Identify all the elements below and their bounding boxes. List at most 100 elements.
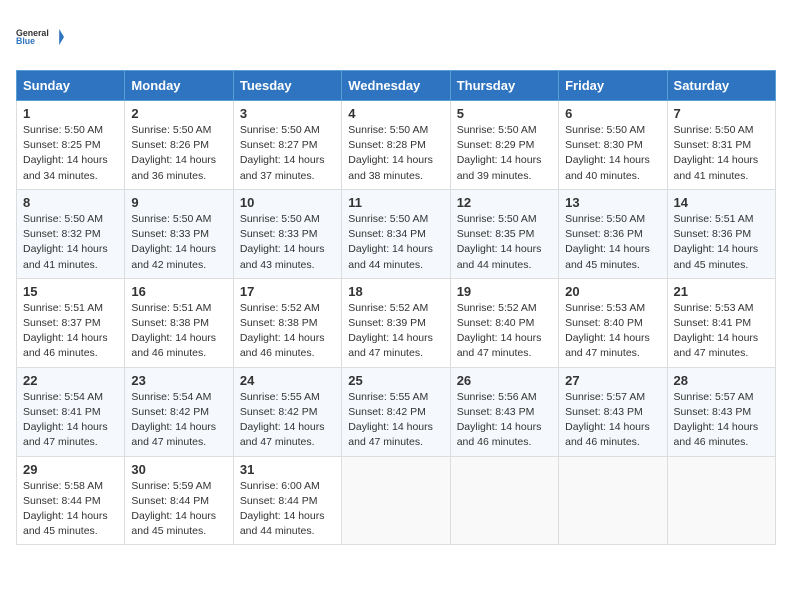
cell-details: Sunrise: 5:51 AMSunset: 8:38 PMDaylight:… (131, 301, 226, 362)
cell-details: Sunrise: 5:52 AMSunset: 8:39 PMDaylight:… (348, 301, 443, 362)
calendar-cell: 16 Sunrise: 5:51 AMSunset: 8:38 PMDayligh… (125, 278, 233, 367)
calendar-week-4: 22Sunrise: 5:54 AMSunset: 8:41 PMDayligh… (17, 367, 776, 456)
calendar-cell: 13 Sunrise: 5:50 AMSunset: 8:36 PMDayligh… (559, 189, 667, 278)
calendar-cell: 12 Sunrise: 5:50 AMSunset: 8:35 PMDayligh… (450, 189, 558, 278)
calendar-cell: 26 Sunrise: 5:56 AMSunset: 8:43 PMDayligh… (450, 367, 558, 456)
cell-details: Sunrise: 5:50 AMSunset: 8:33 PMDaylight:… (131, 212, 226, 273)
calendar-cell: 10Sunrise: 5:50 AMSunset: 8:33 PMDayligh… (233, 189, 341, 278)
day-number: 25 (348, 373, 443, 388)
day-number: 19 (457, 284, 552, 299)
day-header-monday: Monday (125, 71, 233, 101)
day-number: 1 (23, 106, 118, 121)
calendar-cell: 2 Sunrise: 5:50 AMSunset: 8:26 PMDaylight… (125, 101, 233, 190)
day-number: 12 (457, 195, 552, 210)
calendar-header: SundayMondayTuesdayWednesdayThursdayFrid… (17, 71, 776, 101)
calendar-week-3: 15Sunrise: 5:51 AMSunset: 8:37 PMDayligh… (17, 278, 776, 367)
cell-details: Sunrise: 5:54 AMSunset: 8:42 PMDaylight:… (131, 390, 226, 451)
day-number: 18 (348, 284, 443, 299)
cell-details: Sunrise: 5:50 AMSunset: 8:30 PMDaylight:… (565, 123, 660, 184)
cell-details: Sunrise: 5:54 AMSunset: 8:41 PMDaylight:… (23, 390, 118, 451)
calendar-cell: 20 Sunrise: 5:53 AMSunset: 8:40 PMDayligh… (559, 278, 667, 367)
calendar-cell (450, 456, 558, 545)
calendar-week-2: 8 Sunrise: 5:50 AMSunset: 8:32 PMDaylight… (17, 189, 776, 278)
cell-details: Sunrise: 5:55 AMSunset: 8:42 PMDaylight:… (348, 390, 443, 451)
calendar-cell: 21 Sunrise: 5:53 AMSunset: 8:41 PMDayligh… (667, 278, 775, 367)
day-number: 24 (240, 373, 335, 388)
calendar-week-5: 29 Sunrise: 5:58 AMSunset: 8:44 PMDayligh… (17, 456, 776, 545)
cell-details: Sunrise: 5:56 AMSunset: 8:43 PMDaylight:… (457, 390, 552, 451)
calendar-cell: 11Sunrise: 5:50 AMSunset: 8:34 PMDayligh… (342, 189, 450, 278)
calendar-cell (667, 456, 775, 545)
cell-details: Sunrise: 5:50 AMSunset: 8:32 PMDaylight:… (23, 212, 118, 273)
day-number: 30 (131, 462, 226, 477)
calendar-cell: 4 Sunrise: 5:50 AMSunset: 8:28 PMDaylight… (342, 101, 450, 190)
calendar-cell: 14Sunrise: 5:51 AMSunset: 8:36 PMDayligh… (667, 189, 775, 278)
day-number: 20 (565, 284, 660, 299)
cell-details: Sunrise: 5:50 AMSunset: 8:29 PMDaylight:… (457, 123, 552, 184)
day-number: 16 (131, 284, 226, 299)
cell-details: Sunrise: 5:52 AMSunset: 8:38 PMDaylight:… (240, 301, 335, 362)
cell-details: Sunrise: 5:51 AMSunset: 8:36 PMDaylight:… (674, 212, 769, 273)
day-number: 8 (23, 195, 118, 210)
cell-details: Sunrise: 5:50 AMSunset: 8:35 PMDaylight:… (457, 212, 552, 273)
calendar-cell: 27Sunrise: 5:57 AMSunset: 8:43 PMDayligh… (559, 367, 667, 456)
calendar-cell: 5 Sunrise: 5:50 AMSunset: 8:29 PMDaylight… (450, 101, 558, 190)
calendar-cell: 6 Sunrise: 5:50 AMSunset: 8:30 PMDaylight… (559, 101, 667, 190)
calendar-table: SundayMondayTuesdayWednesdayThursdayFrid… (16, 70, 776, 545)
day-number: 5 (457, 106, 552, 121)
day-number: 4 (348, 106, 443, 121)
day-number: 11 (348, 195, 443, 210)
cell-details: Sunrise: 6:00 AMSunset: 8:44 PMDaylight:… (240, 479, 335, 540)
calendar-cell: 25 Sunrise: 5:55 AMSunset: 8:42 PMDayligh… (342, 367, 450, 456)
calendar-cell: 28 Sunrise: 5:57 AMSunset: 8:43 PMDayligh… (667, 367, 775, 456)
day-number: 9 (131, 195, 226, 210)
calendar-cell: 23 Sunrise: 5:54 AMSunset: 8:42 PMDayligh… (125, 367, 233, 456)
day-header-friday: Friday (559, 71, 667, 101)
cell-details: Sunrise: 5:53 AMSunset: 8:40 PMDaylight:… (565, 301, 660, 362)
cell-details: Sunrise: 5:50 AMSunset: 8:25 PMDaylight:… (23, 123, 118, 184)
day-number: 28 (674, 373, 769, 388)
day-number: 3 (240, 106, 335, 121)
day-header-saturday: Saturday (667, 71, 775, 101)
cell-details: Sunrise: 5:50 AMSunset: 8:26 PMDaylight:… (131, 123, 226, 184)
calendar-week-1: 1 Sunrise: 5:50 AMSunset: 8:25 PMDaylight… (17, 101, 776, 190)
day-header-sunday: Sunday (17, 71, 125, 101)
day-number: 2 (131, 106, 226, 121)
day-number: 7 (674, 106, 769, 121)
calendar-cell: 1 Sunrise: 5:50 AMSunset: 8:25 PMDaylight… (17, 101, 125, 190)
cell-details: Sunrise: 5:59 AMSunset: 8:44 PMDaylight:… (131, 479, 226, 540)
day-number: 26 (457, 373, 552, 388)
cell-details: Sunrise: 5:50 AMSunset: 8:36 PMDaylight:… (565, 212, 660, 273)
logo-svg: General Blue (16, 16, 64, 58)
cell-details: Sunrise: 5:50 AMSunset: 8:28 PMDaylight:… (348, 123, 443, 184)
page-header: General Blue (16, 16, 776, 58)
day-number: 17 (240, 284, 335, 299)
day-number: 31 (240, 462, 335, 477)
day-number: 29 (23, 462, 118, 477)
cell-details: Sunrise: 5:57 AMSunset: 8:43 PMDaylight:… (565, 390, 660, 451)
svg-text:Blue: Blue (16, 36, 35, 46)
calendar-cell (342, 456, 450, 545)
calendar-cell: 9 Sunrise: 5:50 AMSunset: 8:33 PMDaylight… (125, 189, 233, 278)
day-number: 15 (23, 284, 118, 299)
logo: General Blue (16, 16, 64, 58)
cell-details: Sunrise: 5:58 AMSunset: 8:44 PMDaylight:… (23, 479, 118, 540)
calendar-cell: 15Sunrise: 5:51 AMSunset: 8:37 PMDayligh… (17, 278, 125, 367)
calendar-cell: 19 Sunrise: 5:52 AMSunset: 8:40 PMDayligh… (450, 278, 558, 367)
day-number: 10 (240, 195, 335, 210)
calendar-cell: 17 Sunrise: 5:52 AMSunset: 8:38 PMDayligh… (233, 278, 341, 367)
calendar-cell (559, 456, 667, 545)
calendar-cell: 24Sunrise: 5:55 AMSunset: 8:42 PMDayligh… (233, 367, 341, 456)
cell-details: Sunrise: 5:52 AMSunset: 8:40 PMDaylight:… (457, 301, 552, 362)
calendar-cell: 7Sunrise: 5:50 AMSunset: 8:31 PMDaylight… (667, 101, 775, 190)
header-row: SundayMondayTuesdayWednesdayThursdayFrid… (17, 71, 776, 101)
calendar-cell: 8 Sunrise: 5:50 AMSunset: 8:32 PMDaylight… (17, 189, 125, 278)
day-number: 13 (565, 195, 660, 210)
day-number: 6 (565, 106, 660, 121)
day-number: 21 (674, 284, 769, 299)
cell-details: Sunrise: 5:53 AMSunset: 8:41 PMDaylight:… (674, 301, 769, 362)
calendar-cell: 31 Sunrise: 6:00 AMSunset: 8:44 PMDayligh… (233, 456, 341, 545)
cell-details: Sunrise: 5:57 AMSunset: 8:43 PMDaylight:… (674, 390, 769, 451)
day-number: 23 (131, 373, 226, 388)
calendar-cell: 29 Sunrise: 5:58 AMSunset: 8:44 PMDayligh… (17, 456, 125, 545)
